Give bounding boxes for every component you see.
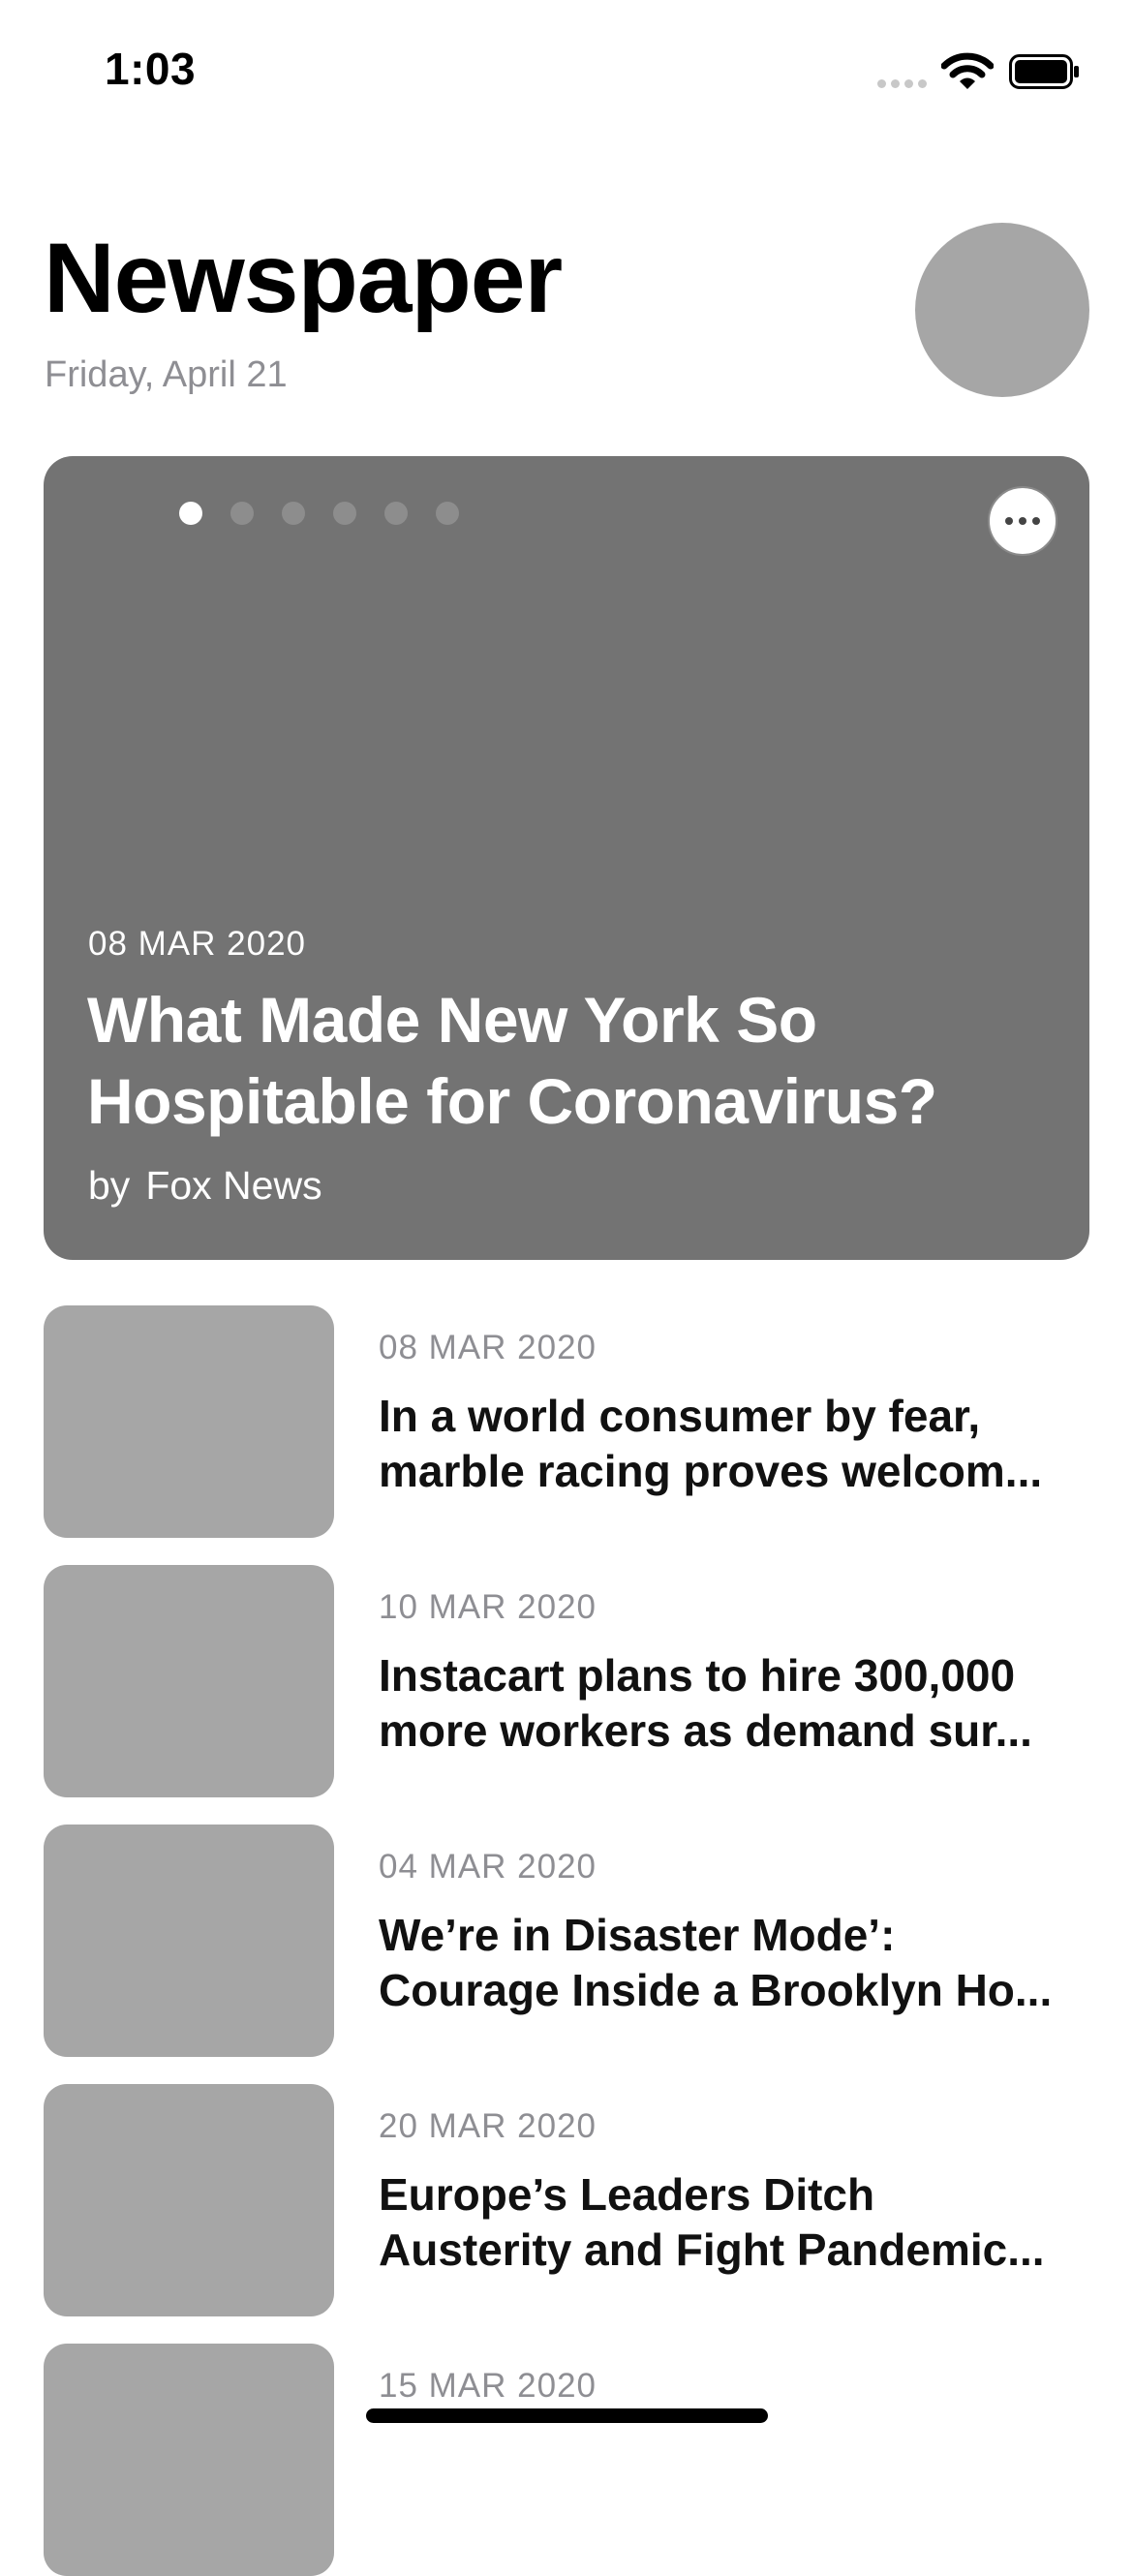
article-date: 20 MAR 2020	[379, 2107, 597, 2145]
article-source[interactable]: Fox News	[145, 1163, 322, 1208]
page-date: Friday, April 21	[45, 354, 288, 395]
wifi-icon	[940, 52, 995, 91]
article-thumbnail	[44, 1565, 334, 1797]
battery-icon	[1009, 54, 1081, 89]
page-dot[interactable]	[230, 502, 254, 525]
more-button[interactable]	[988, 486, 1057, 556]
article-title-line: Austerity and Fight Pandemic...	[379, 2224, 1045, 2275]
article-title-line: marble racing proves welcom...	[379, 1446, 1043, 1496]
article-title-line: Europe’s Leaders Ditch	[379, 2169, 875, 2220]
featured-article-date: 08 MAR 2020	[88, 925, 307, 963]
page-dot[interactable]	[179, 502, 202, 525]
featured-article-title-line: Hospitable for Coronavirus?	[87, 1065, 937, 1137]
featured-article-title-line: What Made New York So	[87, 984, 817, 1056]
home-indicator[interactable]	[366, 2408, 768, 2423]
article-list-item[interactable]: 04 MAR 2020 We’re in Disaster Mode’: Coura…	[44, 1825, 1089, 2057]
article-thumbnail	[44, 2344, 334, 2576]
article-title-line: Courage Inside a Brooklyn Ho...	[379, 1965, 1053, 2015]
article-date: 10 MAR 2020	[379, 1588, 597, 1626]
article-title: In a world consumer by fear, marble racin…	[379, 1389, 1076, 1499]
featured-article-card[interactable]: 08 MAR 2020 What Made New York So Hospit…	[44, 456, 1089, 1260]
featured-article-byline: by Fox News	[88, 1163, 322, 1209]
page-dot[interactable]	[333, 502, 356, 525]
page-title: Newspaper	[44, 223, 563, 333]
article-list-item[interactable]: 10 MAR 2020 Instacart plans to hire 300,0…	[44, 1565, 1089, 1797]
page-dot[interactable]	[282, 502, 305, 525]
cellular-signal-icon	[877, 79, 930, 89]
status-time: 1:03	[105, 44, 197, 94]
article-list-item[interactable]: 20 MAR 2020 Europe’s Leaders Ditch Austeri…	[44, 2084, 1089, 2316]
article-title-line: more workers as demand sur...	[379, 1705, 1032, 1756]
featured-article-title: What Made New York So Hospitable for Cor…	[87, 979, 1065, 1142]
article-title: We’re in Disaster Mode’: Courage Inside a…	[379, 1908, 1076, 2018]
article-list-item[interactable]: 15 MAR 2020	[44, 2344, 1089, 2576]
article-date: 15 MAR 2020	[379, 2367, 597, 2405]
article-title-line: In a world consumer by fear,	[379, 1391, 981, 1441]
article-title: Instacart plans to hire 300,000 more work…	[379, 1648, 1076, 1759]
page-dot[interactable]	[384, 502, 408, 525]
byline-prefix: by	[88, 1163, 131, 1208]
article-title-line: Instacart plans to hire 300,000	[379, 1650, 1016, 1701]
article-list-item[interactable]: 08 MAR 2020 In a world consumer by fear, m…	[44, 1305, 1089, 1538]
ellipsis-icon	[1005, 517, 1040, 525]
article-title: Europe’s Leaders Ditch Austerity and Figh…	[379, 2167, 1076, 2278]
article-thumbnail	[44, 2084, 334, 2316]
article-title-line: We’re in Disaster Mode’:	[379, 1910, 896, 1960]
article-thumbnail	[44, 1825, 334, 2057]
article-date: 04 MAR 2020	[379, 1848, 597, 1886]
article-date: 08 MAR 2020	[379, 1329, 597, 1366]
avatar[interactable]	[915, 223, 1089, 397]
article-thumbnail	[44, 1305, 334, 1538]
page-dot[interactable]	[436, 502, 459, 525]
page-indicator[interactable]	[179, 502, 459, 525]
